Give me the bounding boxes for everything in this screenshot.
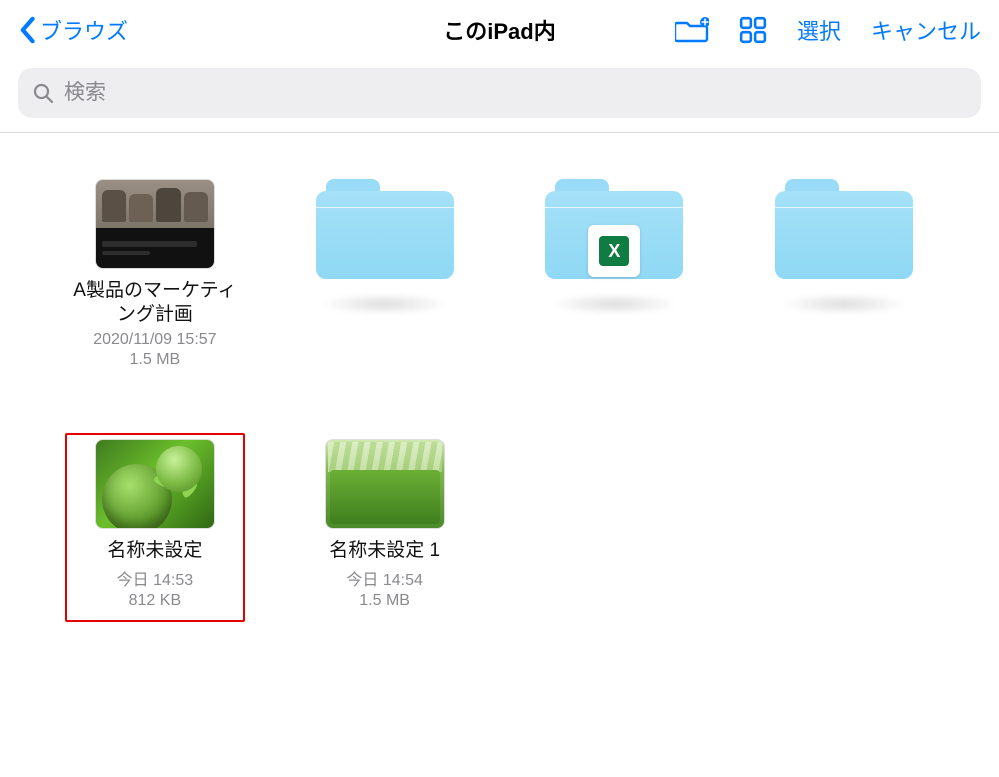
chevron-left-icon (18, 16, 36, 44)
file-thumbnail (95, 439, 215, 529)
folder-shadow (779, 293, 909, 315)
file-date: 今日 14:54 (346, 566, 423, 590)
back-button[interactable]: ブラウズ (18, 14, 128, 46)
select-button[interactable]: 選択 (797, 14, 841, 46)
file-grid: A製品のマーケティング計画 2020/11/09 15:57 1.5 MB X (0, 133, 999, 610)
search-icon (32, 82, 54, 104)
searchbar-wrap (0, 60, 999, 132)
folder-icon (316, 179, 454, 287)
new-folder-icon (675, 16, 709, 44)
folder-item[interactable] (754, 179, 934, 369)
file-thumbnail (325, 439, 445, 529)
excel-overlay-icon: X (588, 225, 640, 277)
file-date: 2020/11/09 15:57 (93, 331, 216, 349)
page-title: このiPad内 (443, 19, 555, 44)
folder-icon (775, 179, 913, 287)
file-thumbnail (95, 179, 215, 269)
file-item[interactable]: 名称未設定 1 今日 14:54 1.5 MB (295, 439, 475, 611)
folder-shadow (320, 293, 450, 315)
toolbar-actions: 選択 キャンセル (675, 14, 981, 46)
file-name: A製品のマーケティング計画 (65, 279, 245, 327)
file-name: 名称未設定 1 (329, 539, 440, 563)
folder-icon: X (545, 179, 683, 287)
grid-view-icon (739, 16, 767, 44)
view-mode-button[interactable] (739, 16, 767, 44)
search-input[interactable] (64, 81, 967, 105)
searchbar[interactable] (18, 68, 981, 118)
new-folder-button[interactable] (675, 16, 709, 44)
file-date: 今日 14:53 (117, 566, 194, 590)
file-item-highlighted[interactable]: 名称未設定 今日 14:53 812 KB (65, 433, 245, 623)
file-size: 1.5 MB (359, 592, 410, 610)
folder-item[interactable]: X (524, 179, 704, 369)
back-label: ブラウズ (40, 14, 128, 46)
top-bar: ブラウズ このiPad内 選択 キャンセル (0, 0, 999, 60)
file-item[interactable]: A製品のマーケティング計画 2020/11/09 15:57 1.5 MB (65, 179, 245, 369)
file-size: 1.5 MB (130, 351, 181, 369)
file-size: 812 KB (129, 592, 181, 610)
folder-item[interactable] (295, 179, 475, 369)
cancel-button[interactable]: キャンセル (871, 14, 981, 46)
file-name: 名称未設定 (107, 539, 202, 563)
folder-shadow (549, 293, 679, 315)
